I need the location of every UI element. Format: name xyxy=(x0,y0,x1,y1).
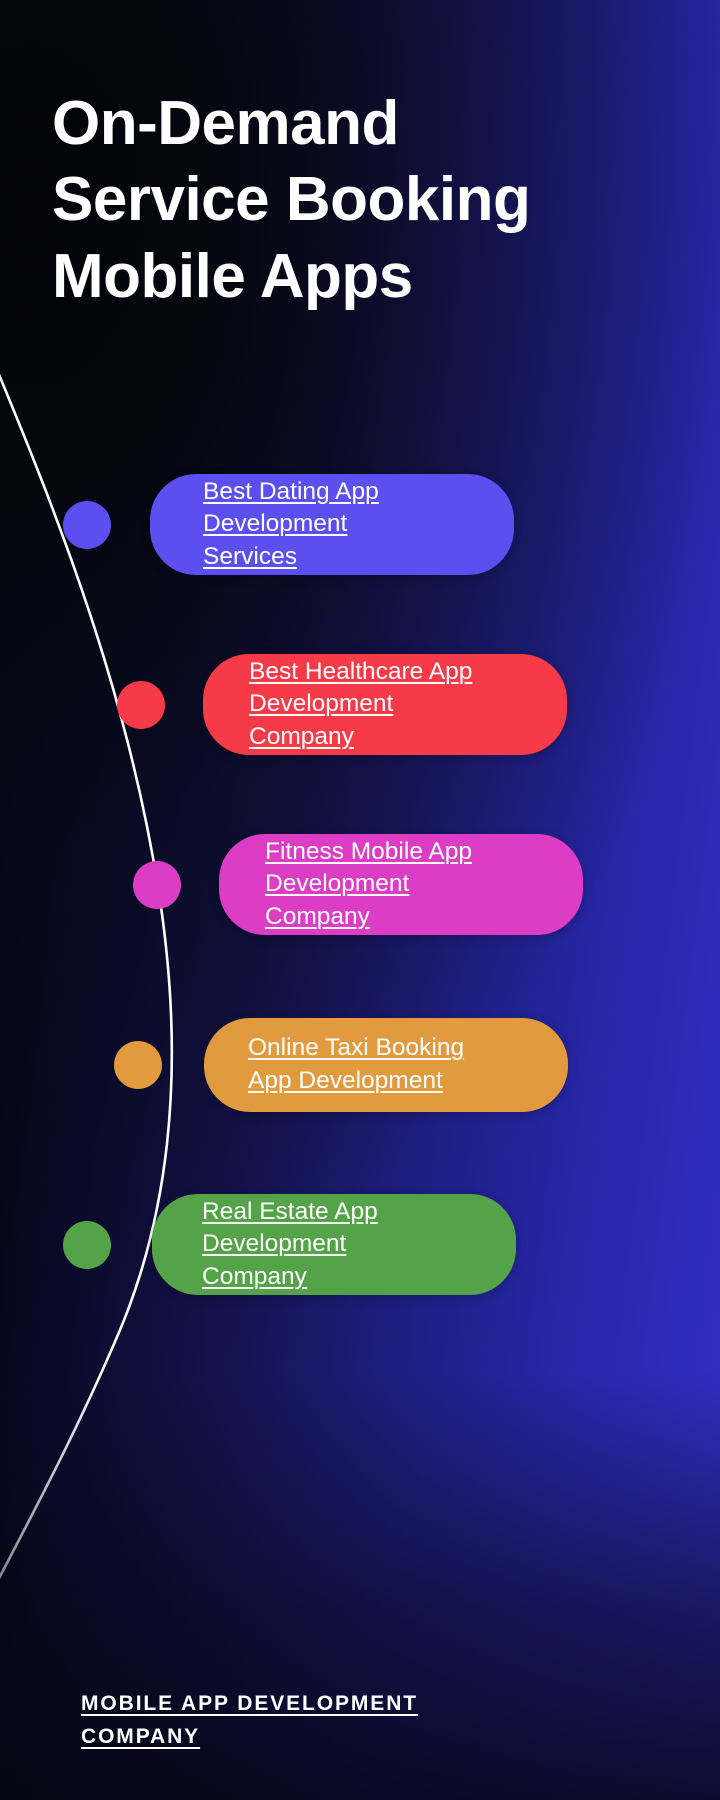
timeline-dot-taxi xyxy=(114,1041,162,1089)
pill-line: App Development xyxy=(248,1067,443,1094)
service-pill-dating[interactable]: Best Dating App Development Services xyxy=(150,474,514,575)
service-pill-dating-label[interactable]: Best Dating App Development Services xyxy=(203,476,379,574)
pill-line: Development xyxy=(203,510,348,538)
footer-brand-line-1: MOBILE APP DEVELOPMENT xyxy=(81,1692,418,1715)
pill-line: Real Estate App xyxy=(202,1197,378,1225)
pill-line: Online Taxi Booking xyxy=(248,1034,465,1062)
service-pill-taxi[interactable]: Online Taxi Booking App Development xyxy=(204,1018,568,1112)
pill-line: Development xyxy=(265,870,410,898)
footer-brand-line-2: COMPANY xyxy=(81,1724,201,1748)
pill-line: Best Healthcare App xyxy=(249,657,473,685)
timeline-dot-healthcare xyxy=(117,681,165,729)
service-list: Best Dating App Development Services Bes… xyxy=(0,0,720,1800)
pill-line: Company xyxy=(249,722,354,750)
pill-line: Best Dating App xyxy=(203,477,379,505)
service-pill-fitness-label[interactable]: Fitness Mobile App Development Company xyxy=(265,836,472,934)
service-pill-taxi-label[interactable]: Online Taxi Booking App Development xyxy=(248,1032,464,1097)
pill-line: Services xyxy=(203,542,297,570)
pill-line: Development xyxy=(249,690,394,718)
infographic-page: On-Demand Service Booking Mobile Apps Be… xyxy=(0,0,720,1800)
footer-brand[interactable]: MOBILE APP DEVELOPMENT COMPANY xyxy=(81,1688,601,1753)
pill-line: Fitness Mobile App xyxy=(265,837,472,865)
timeline-dot-realestate xyxy=(63,1221,111,1269)
pill-line: Company xyxy=(202,1262,307,1290)
timeline-dot-dating xyxy=(63,501,111,549)
service-pill-healthcare[interactable]: Best Healthcare App Development Company xyxy=(203,654,567,755)
service-pill-fitness[interactable]: Fitness Mobile App Development Company xyxy=(219,834,583,935)
pill-line: Company xyxy=(265,902,370,930)
timeline-dot-fitness xyxy=(133,861,181,909)
service-pill-realestate-label[interactable]: Real Estate App Development Company xyxy=(202,1196,378,1294)
pill-line: Development xyxy=(202,1230,347,1258)
service-pill-realestate[interactable]: Real Estate App Development Company xyxy=(152,1194,516,1295)
service-pill-healthcare-label[interactable]: Best Healthcare App Development Company xyxy=(249,656,472,754)
